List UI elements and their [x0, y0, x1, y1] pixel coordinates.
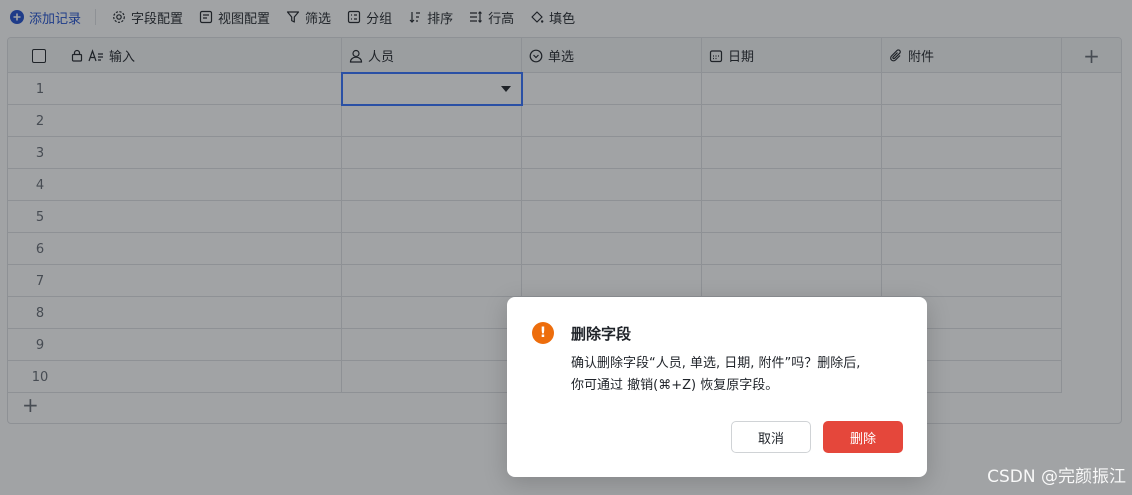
dialog-message-line2: 你可通过 撤销(⌘+Z) 恢复原字段。 — [571, 378, 779, 393]
cancel-button[interactable]: 取消 — [731, 421, 811, 453]
delete-field-dialog: ! 删除字段 确认删除字段“人员, 单选, 日期, 附件”吗？删除后, 你可通过… — [507, 297, 927, 477]
watermark: CSDN @完颜振江 — [987, 467, 1126, 487]
warning-icon: ! — [532, 322, 554, 344]
dialog-title: 删除字段 — [571, 325, 632, 343]
dialog-message: 确认删除字段“人员, 单选, 日期, 附件”吗？删除后, 你可通过 撤销(⌘+Z… — [571, 353, 911, 397]
dialog-message-line1: 确认删除字段“人员, 单选, 日期, 附件”吗？删除后, — [571, 356, 861, 371]
delete-button[interactable]: 删除 — [823, 421, 903, 453]
